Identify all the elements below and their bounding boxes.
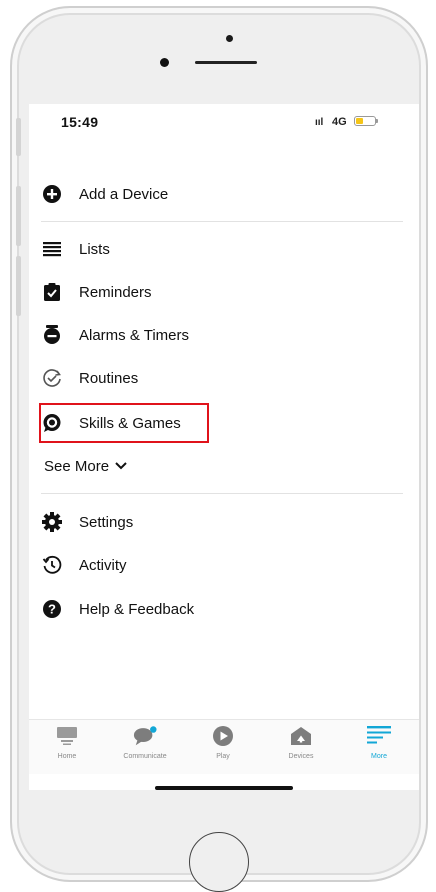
earpiece-speaker — [195, 61, 257, 64]
menu-label: Lists — [79, 240, 110, 258]
divider — [41, 493, 403, 494]
menu-label: Routines — [79, 369, 139, 387]
hamburger-menu-icon — [367, 724, 391, 748]
volume-down-button — [16, 256, 21, 316]
menu-item-add-device[interactable]: Add a Device — [41, 179, 168, 209]
list-icon — [41, 238, 63, 260]
routines-check-icon — [41, 367, 63, 389]
see-more-label: See More — [44, 457, 110, 475]
chat-bubble-icon — [133, 724, 157, 748]
tab-label: Play — [216, 753, 230, 760]
tab-label: Devices — [288, 753, 314, 760]
svg-text:?: ? — [48, 602, 56, 617]
app-screen: 15:49 ııl 4G Add a Device Lists Reminder… — [29, 104, 419, 790]
tab-devices[interactable]: Devices — [266, 724, 336, 760]
phone-home-button[interactable] — [189, 832, 249, 892]
bottom-tab-bar: Home Communicate Play Devices More — [29, 719, 419, 774]
tab-label: Home — [57, 753, 77, 760]
menu-label: Reminders — [79, 283, 152, 301]
menu-label: Alarms & Timers — [79, 326, 190, 344]
plus-circle-icon — [41, 183, 63, 205]
menu-label: Settings — [79, 513, 134, 531]
divider — [41, 221, 403, 222]
tab-more[interactable]: More — [344, 724, 414, 760]
mute-switch — [16, 118, 21, 156]
menu-label: Add a Device — [79, 185, 169, 203]
home-icon — [55, 724, 79, 748]
menu-item-settings[interactable]: Settings — [41, 507, 133, 537]
menu-item-alarms-timers[interactable]: Alarms & Timers — [41, 320, 189, 350]
play-icon — [211, 724, 235, 748]
history-icon — [41, 554, 63, 576]
battery-cap — [376, 119, 378, 123]
tab-label: Communicate — [123, 753, 167, 760]
volume-up-button — [16, 186, 21, 246]
help-circle-icon: ? — [41, 598, 63, 620]
menu-item-lists[interactable]: Lists — [41, 234, 110, 264]
see-more-toggle[interactable]: See More — [44, 455, 127, 477]
chevron-down-icon — [115, 459, 127, 473]
home-indicator[interactable] — [155, 786, 293, 790]
sensor-dot — [226, 35, 233, 42]
menu-label: Activity — [79, 556, 127, 574]
menu-item-help-feedback[interactable]: ? Help & Feedback — [41, 594, 194, 624]
status-bar: 15:49 ııl 4G — [29, 104, 419, 140]
menu-item-reminders[interactable]: Reminders — [41, 277, 152, 307]
front-camera — [160, 58, 169, 67]
menu-item-activity[interactable]: Activity — [41, 550, 127, 580]
tab-play[interactable]: Play — [188, 724, 258, 760]
smart-home-icon — [289, 724, 313, 748]
highlight-box — [39, 403, 209, 443]
alarm-clock-icon — [41, 324, 63, 346]
battery-icon — [354, 116, 376, 126]
menu-item-routines[interactable]: Routines — [41, 363, 138, 393]
gear-icon — [41, 511, 63, 533]
signal-icon: ııl — [315, 117, 324, 128]
tab-communicate[interactable]: Communicate — [110, 724, 180, 760]
network-type: 4G — [332, 116, 347, 128]
tab-home[interactable]: Home — [32, 724, 102, 760]
status-time: 15:49 — [61, 114, 99, 130]
clipboard-check-icon — [41, 281, 63, 303]
tab-label: More — [371, 753, 387, 760]
menu-label: Help & Feedback — [79, 600, 195, 618]
